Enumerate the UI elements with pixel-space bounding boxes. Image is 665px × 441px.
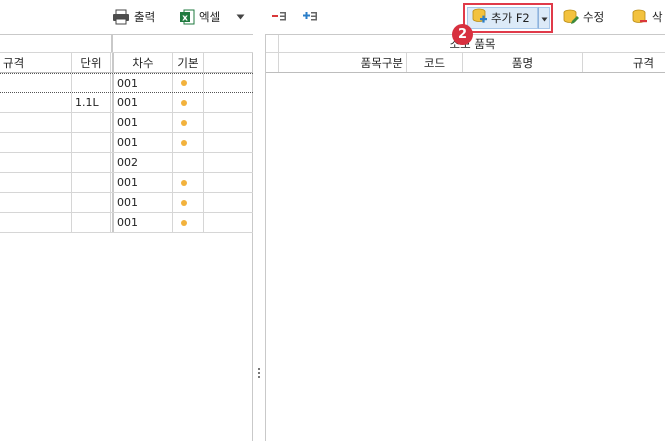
table-row[interactable]: 001 [0,73,253,93]
print-button[interactable]: 출력 [112,7,155,27]
add-row-button[interactable] [302,7,318,27]
cell-default[interactable] [173,193,204,212]
default-dot-icon [181,80,187,86]
column-header-unit[interactable]: 단위 [72,53,111,72]
column-header-spec[interactable]: 규격 [583,53,665,72]
toolbar: 출력 x 엑셀 추가 F2 수정 삭 [0,0,665,34]
cell-unit[interactable] [72,74,111,92]
database-delete-icon [632,9,648,26]
consumable-grid: 소모 품목 품목구분 코드 품명 규격 [265,34,665,441]
cell-spec[interactable] [0,153,72,172]
table-row[interactable]: 001 [0,213,253,233]
table-row[interactable]: 1.1L 001 [0,93,253,113]
cell-seq[interactable]: 001 [114,133,173,152]
cell-unit[interactable] [72,133,111,152]
caret-down-icon [236,14,245,20]
grid-group-header [0,35,253,53]
cell-spec[interactable] [0,93,72,112]
table-row[interactable]: 002 [0,153,253,173]
default-dot-icon [181,119,187,126]
printer-icon [112,9,130,25]
column-header-spec[interactable]: 규격 [0,53,72,72]
delete-label: 삭 [652,10,663,24]
cell-spec[interactable] [0,74,72,92]
column-header-seq[interactable]: 차수 [114,53,173,72]
add-button[interactable]: 추가 F2 [467,7,538,29]
table-row[interactable]: 001 [0,173,253,193]
edit-button[interactable]: 수정 [563,7,604,27]
excel-dropdown-arrow[interactable] [236,7,245,27]
default-dot-icon [181,219,187,226]
grid-column-header: 품목구분 코드 품명 규격 [266,53,665,73]
cell-unit[interactable] [72,213,111,232]
cell-default[interactable] [173,153,204,172]
cell-default[interactable] [173,173,204,192]
table-row[interactable]: 001 [0,193,253,213]
add-label: 추가 F2 [491,11,530,25]
database-edit-icon [563,9,579,26]
cell-spec[interactable] [0,113,72,132]
edit-label: 수정 [583,10,605,24]
cell-unit[interactable] [72,173,111,192]
column-header-item-type[interactable]: 품목구분 [279,53,407,72]
cell-seq[interactable]: 001 [114,173,173,192]
panel-splitter[interactable] [253,34,265,441]
grid-column-header: 규격 단위 차수 기본 [0,53,253,73]
delete-button[interactable]: 삭 [632,7,663,27]
default-dot-icon [181,179,187,186]
step-number-badge: 2 [452,24,473,45]
excel-label: 엑셀 [199,10,221,24]
cell-seq[interactable]: 001 [114,113,173,132]
column-header-code[interactable]: 코드 [407,53,463,72]
cell-default[interactable] [173,133,204,152]
cell-default[interactable] [173,213,204,232]
cell-spec[interactable] [0,193,72,212]
table-row[interactable]: 001 [0,113,253,133]
table-row[interactable]: 001 [0,133,253,153]
cell-seq[interactable]: 002 [114,153,173,172]
cell-seq[interactable]: 001 [114,213,173,232]
default-dot-icon [181,99,187,106]
caret-down-icon [541,12,548,25]
cell-spec[interactable] [0,173,72,192]
splitter-grip-icon [258,368,260,380]
svg-text:x: x [182,14,188,24]
add-dropdown-arrow[interactable] [538,7,550,29]
column-header-default[interactable]: 기본 [173,53,204,72]
default-dot-icon [181,199,187,206]
cell-seq[interactable]: 001 [114,74,173,92]
cell-spec[interactable] [0,133,72,152]
default-dot-icon [181,139,187,146]
excel-button[interactable]: x 엑셀 [179,7,220,27]
add-button-highlight: 추가 F2 [463,3,553,33]
database-add-icon [472,8,488,28]
cell-unit[interactable] [72,193,111,212]
cell-seq[interactable]: 001 [114,193,173,212]
cell-seq[interactable]: 001 [114,93,173,112]
remove-row-icon [271,9,287,25]
cell-spec[interactable] [0,213,72,232]
cell-unit[interactable] [72,153,111,172]
column-header-item-name[interactable]: 품명 [463,53,583,72]
print-label: 출력 [134,10,156,24]
excel-icon: x [179,9,195,25]
add-row-icon [302,9,318,25]
remove-row-button[interactable] [271,7,287,27]
cell-default[interactable] [173,93,204,112]
cell-unit[interactable] [72,113,111,132]
cell-default[interactable] [173,113,204,132]
item-grid: 규격 단위 차수 기본 001 1.1L 001 001 001 002 001 001 001 [0,34,253,441]
cell-default[interactable] [173,74,204,92]
cell-unit[interactable]: 1.1L [72,93,111,112]
